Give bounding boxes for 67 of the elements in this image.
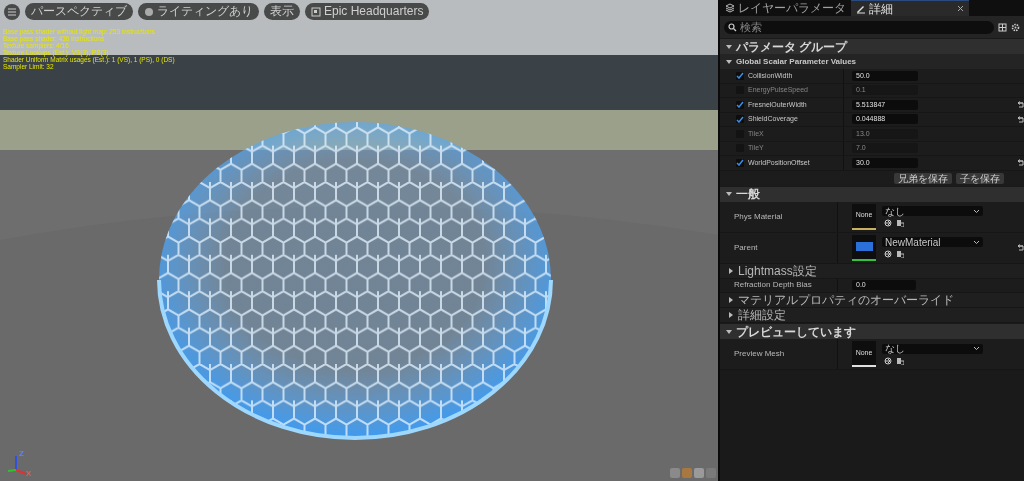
section-title: マテリアルプロパティのオーバーライド [738, 293, 954, 307]
checkbox[interactable] [736, 100, 744, 109]
property-label: Parent [734, 241, 758, 254]
property-label: Phys Material [734, 210, 783, 223]
section-title: 一般 [736, 187, 760, 201]
property-label: Preview Mesh [734, 348, 785, 360]
reset-arrow-icon[interactable] [1016, 115, 1024, 123]
material-preview [855, 242, 873, 251]
tab-label: 詳細 [869, 0, 894, 18]
check-icon [736, 159, 744, 167]
section-header[interactable]: パラメータ グループ [720, 39, 1024, 54]
checkbox[interactable] [736, 71, 744, 80]
collapse-arrow-icon [725, 190, 733, 198]
tab-label: レイヤーパラメータ [738, 0, 846, 17]
lighting-button[interactable]: ライティングあり [138, 3, 259, 20]
checkbox[interactable] [736, 115, 744, 124]
panel-tab[interactable]: 詳細 [851, 0, 969, 16]
asset-thumbnail[interactable] [852, 234, 876, 261]
browse-icon[interactable] [896, 219, 904, 227]
use-selected-icon[interactable] [884, 219, 892, 227]
axis-label: X [26, 468, 32, 480]
collapse-arrow-icon [725, 327, 733, 336]
section-title: Lightmass設定 [738, 263, 817, 278]
checkbox[interactable] [736, 158, 744, 167]
caret-icon [973, 239, 980, 245]
map-icon [311, 6, 321, 17]
use-selected-icon[interactable] [884, 250, 892, 258]
settings-icon[interactable] [1011, 22, 1020, 32]
menu-icon [7, 6, 17, 17]
caret-icon [973, 346, 980, 351]
section-header[interactable]: 一般 [720, 186, 1024, 202]
level-button[interactable]: Epic Headquarters [305, 3, 430, 20]
reset-arrow-icon[interactable] [1016, 159, 1024, 167]
dropdown-value: なし [885, 205, 905, 217]
dropdown-value: NewMaterial [885, 236, 941, 248]
reset-arrow-icon[interactable] [1016, 244, 1024, 251]
property-label: Refraction Depth Bias [734, 279, 812, 292]
browse-icon[interactable] [896, 250, 904, 258]
section-title: プレビューしています [736, 324, 856, 339]
section-title: 詳細設定 [738, 308, 786, 322]
caret-icon [973, 208, 980, 214]
reset-arrow-icon[interactable] [1016, 101, 1024, 109]
asset-dropdown[interactable]: なし [882, 206, 983, 216]
use-selected-icon[interactable] [884, 356, 892, 365]
close-icon[interactable] [957, 5, 964, 12]
category-row[interactable]: 詳細設定 [720, 308, 1024, 323]
expand-arrow-icon [727, 266, 735, 275]
category-row[interactable]: マテリアルプロパティのオーバーライド [720, 293, 1024, 308]
sphere-icon [144, 6, 154, 17]
layers-icon [725, 3, 735, 13]
asset-dropdown[interactable]: なし [882, 343, 983, 354]
asset-dropdown[interactable]: NewMaterial [882, 237, 983, 247]
section-title: Global Scalar Parameter Values [736, 55, 857, 68]
save-button[interactable]: 兄弟を保存 [894, 172, 952, 184]
toolbar-button[interactable]: パースペクティブ [25, 3, 133, 20]
section-title: パラメータ グループ [736, 39, 848, 54]
dropdown-value: なし [885, 343, 905, 354]
grid-icon[interactable] [998, 22, 1007, 32]
pencil-icon [856, 3, 866, 14]
browse-icon[interactable] [896, 356, 904, 365]
check-icon [736, 72, 744, 80]
group-header[interactable]: Global Scalar Parameter Values [720, 54, 1024, 69]
section-header[interactable]: プレビューしています [720, 324, 1024, 339]
toolbar-button[interactable]: 表示 [264, 3, 300, 20]
axis-label: Z [19, 448, 24, 460]
search-icon [728, 22, 737, 32]
save-button[interactable]: 子を保存 [956, 172, 1004, 184]
